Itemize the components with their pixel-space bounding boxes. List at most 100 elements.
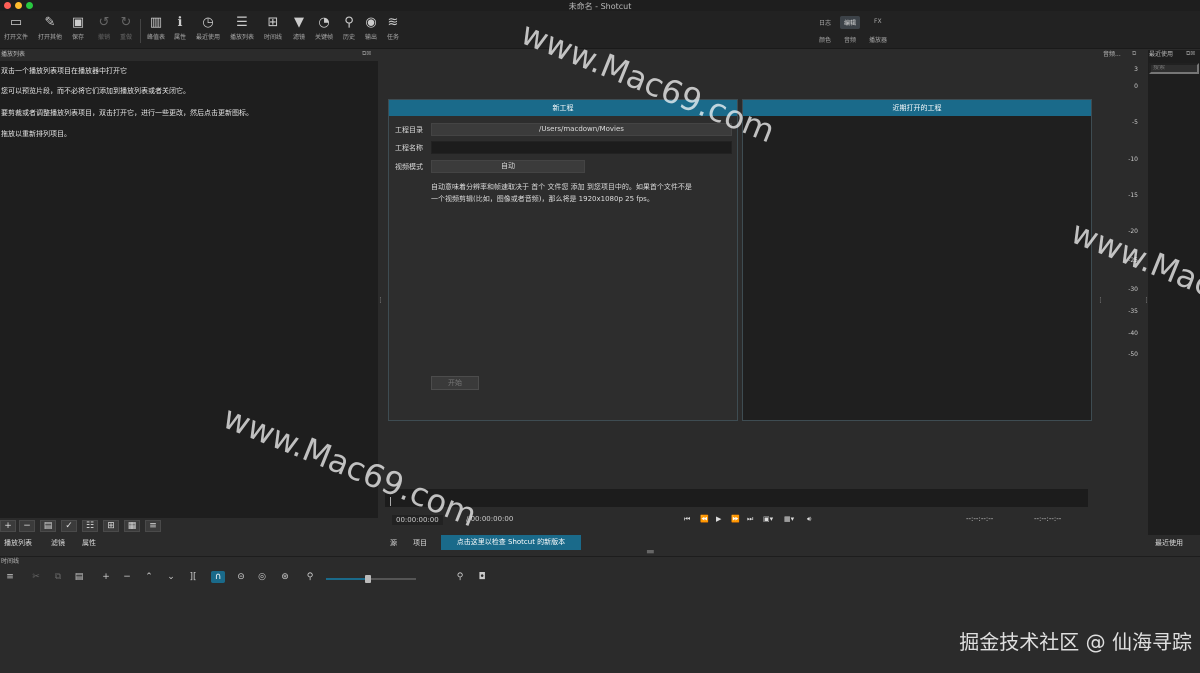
tab-source[interactable]: 源 [386, 537, 401, 549]
splitter-handle[interactable]: ▬ [646, 547, 655, 557]
playlist-menu-icon[interactable]: ≡ [145, 520, 161, 532]
copy-icon[interactable]: ⧉ [51, 571, 65, 583]
zoom-slider-fill [326, 578, 369, 580]
project-dir-field[interactable]: /Users/macdown/Movies [431, 123, 732, 136]
open-other-button[interactable]: ✎ 打开其他 [36, 14, 64, 46]
save-button[interactable]: ▣ 保存 [64, 14, 92, 46]
tab-playlist[interactable]: 播放列表 [0, 537, 36, 549]
video-mode-label: 视频模式 [395, 163, 423, 171]
scrub-bar[interactable] [385, 489, 1088, 507]
ripple-all-icon[interactable]: ⊛ [278, 571, 292, 583]
timeline-button[interactable]: ⊞ 时间线 [259, 14, 287, 46]
skip-next-icon[interactable]: ⏭ [747, 515, 753, 524]
rewind-icon[interactable]: ⏪ [700, 515, 709, 523]
playlist-remove-button[interactable]: − [19, 520, 35, 532]
project-name-input[interactable] [431, 141, 732, 154]
timeline-menu-icon[interactable]: ≡ [3, 571, 17, 583]
lift-icon[interactable]: ⌃ [142, 571, 156, 583]
meter-tick: -40 [1128, 330, 1138, 337]
zoom-in-icon[interactable]: ⚲ [453, 571, 467, 583]
ripple-icon[interactable]: ◎ [255, 571, 269, 583]
timeline-toolbar: ≡ ✂ ⧉ ▤ + − ⌃ ⌄ ][ ∩ ⊝ ◎ ⊛ ⚲ ⚲ ◘ [0, 569, 1200, 585]
volume-icon[interactable]: 🔊︎ [807, 515, 811, 524]
open-other-icon: ✎ [44, 15, 56, 30]
filters-button[interactable]: ▼ 滤镜 [285, 14, 313, 46]
meter-tick: -50 [1128, 351, 1138, 358]
playlist-hint: 您可以预览片段，而不必将它们添加到播放列表或者关闭它。 [1, 87, 190, 95]
redo-icon: ↻ [120, 15, 132, 30]
start-button[interactable]: 开始 [431, 376, 479, 390]
meter-tick: -30 [1128, 286, 1138, 293]
video-mode-description: 自动意味着分辨率和帧速取决于 首个 文件您 添加 到您项目中的。如果首个文件不是… [431, 183, 692, 203]
playlist-icon-view-icon[interactable]: ▦ [124, 520, 140, 532]
player-tabs: 源 项目 点击这里以检查 Shotcut 的新版本 [380, 535, 1098, 551]
playlist-check-icon[interactable]: ✓ [61, 520, 77, 532]
footer-watermark: 掘金技术社区 @ 仙海寻踪 [959, 630, 1192, 654]
project-name-label: 工程名称 [395, 144, 423, 152]
transport-bar: 00:00:00:00 / 00:00:00:00 ⏮ ⏪ ▶ ⏩ ⏭ ▣▾ ▦… [380, 512, 1098, 530]
out-point-timecode: --:--:--:-- [1034, 515, 1062, 523]
splitter-handle[interactable]: ⁞ [379, 296, 382, 306]
layout-player[interactable]: 播放器 [865, 33, 891, 46]
playlist-panel-title: 播放列表 [1, 51, 26, 58]
layout-logging[interactable]: 日志 [815, 16, 835, 29]
audio-meter-controls[interactable]: ⧉ [1132, 50, 1136, 58]
playlist-update-icon[interactable]: ▤ [40, 520, 56, 532]
jobs-button[interactable]: ≋ 任务 [379, 14, 407, 46]
append-icon[interactable]: + [99, 571, 113, 583]
window-titlebar: 未命名 - Shotcut [0, 0, 1200, 11]
recent-button[interactable]: ◷ 最近使用 [194, 14, 222, 46]
meter-tick: -5 [1132, 119, 1138, 126]
check-update-button[interactable]: 点击这里以检查 Shotcut 的新版本 [441, 535, 581, 550]
meter-tick: 3 [1134, 66, 1138, 73]
cut-icon[interactable]: ✂ [29, 571, 43, 583]
zoom-out-icon[interactable]: ⚲ [303, 571, 317, 583]
properties-button[interactable]: ℹ 属性 [166, 14, 194, 46]
tab-recent[interactable]: 最近使用 [1151, 537, 1187, 549]
playlist-button[interactable]: ☰ 播放列表 [228, 14, 256, 46]
tab-project[interactable]: 项目 [409, 537, 431, 549]
timeline-icon: ⊞ [267, 15, 279, 30]
audio-meter-panel: 音频... ⧉ 3 0 -5 -10 -15 -20 -25 -30 -35 -… [1102, 50, 1146, 555]
timeline-title: 时间线 [1, 558, 20, 565]
playlist-add-button[interactable]: + [0, 520, 16, 532]
play-icon[interactable]: ▶ [716, 515, 721, 523]
layout-editing[interactable]: 编辑 [840, 16, 861, 29]
recent-panel-controls[interactable]: ⧉⊠ [1186, 50, 1195, 58]
fast-forward-icon[interactable]: ⏩ [731, 515, 740, 523]
overwrite-icon[interactable]: ⌄ [164, 571, 178, 583]
stack-icon: ≋ [387, 15, 399, 30]
playlist-detail-view-icon[interactable]: ☷ [82, 520, 98, 532]
playlist-hint: 拖放以重新排列项目。 [1, 130, 71, 138]
zoom-player-icon[interactable]: ▣▾ [763, 515, 773, 523]
tab-properties[interactable]: 属性 [78, 537, 100, 549]
meter-tick: -15 [1128, 192, 1138, 199]
meter-tick: 0 [1134, 83, 1138, 90]
tab-filters[interactable]: 滤镜 [47, 537, 69, 549]
video-mode-select[interactable]: 自动 [431, 160, 585, 173]
grid-icon[interactable]: ▦▾ [784, 515, 794, 523]
skip-previous-icon[interactable]: ⏮ [684, 515, 690, 524]
playlist-hint: 双击一个播放列表项目在播放器中打开它 [1, 67, 127, 75]
paste-icon[interactable]: ▤ [72, 571, 86, 583]
scrub-drag-icon[interactable]: ⊝ [234, 571, 248, 583]
zoom-fit-icon[interactable]: ◘ [475, 571, 489, 583]
snap-magnet-icon[interactable]: ∩ [211, 571, 225, 583]
recent-search-input[interactable] [1149, 63, 1199, 74]
redo-button[interactable]: ↻ 重做 [112, 14, 140, 46]
layout-fx[interactable]: FX [870, 16, 886, 27]
layout-color[interactable]: 颜色 [815, 33, 835, 46]
info-icon: ℹ [177, 15, 183, 30]
playlist-panel-controls[interactable]: ⧉⊠ [362, 50, 371, 58]
new-project-panel: 新工程 工程目录 /Users/macdown/Movies 工程名称 视频模式… [388, 99, 738, 421]
open-file-button[interactable]: ▭ 打开文件 [2, 14, 30, 46]
playlist-tile-view-icon[interactable]: ⊞ [103, 520, 119, 532]
playlist-hint: 要剪裁或者调整播放列表项目，双击打开它，进行一些更改，然后点击更新图标。 [1, 109, 253, 117]
remove-icon[interactable]: − [120, 571, 134, 583]
layout-audio[interactable]: 音频 [840, 33, 860, 46]
split-icon[interactable]: ][ [186, 571, 200, 583]
keyframes-button[interactable]: ◔ 关键帧 [310, 14, 338, 46]
zoom-slider-handle[interactable] [365, 575, 372, 583]
timeline-zoom-slider[interactable] [326, 575, 416, 583]
recent-projects-panel: 近期打开的工程 [742, 99, 1092, 421]
